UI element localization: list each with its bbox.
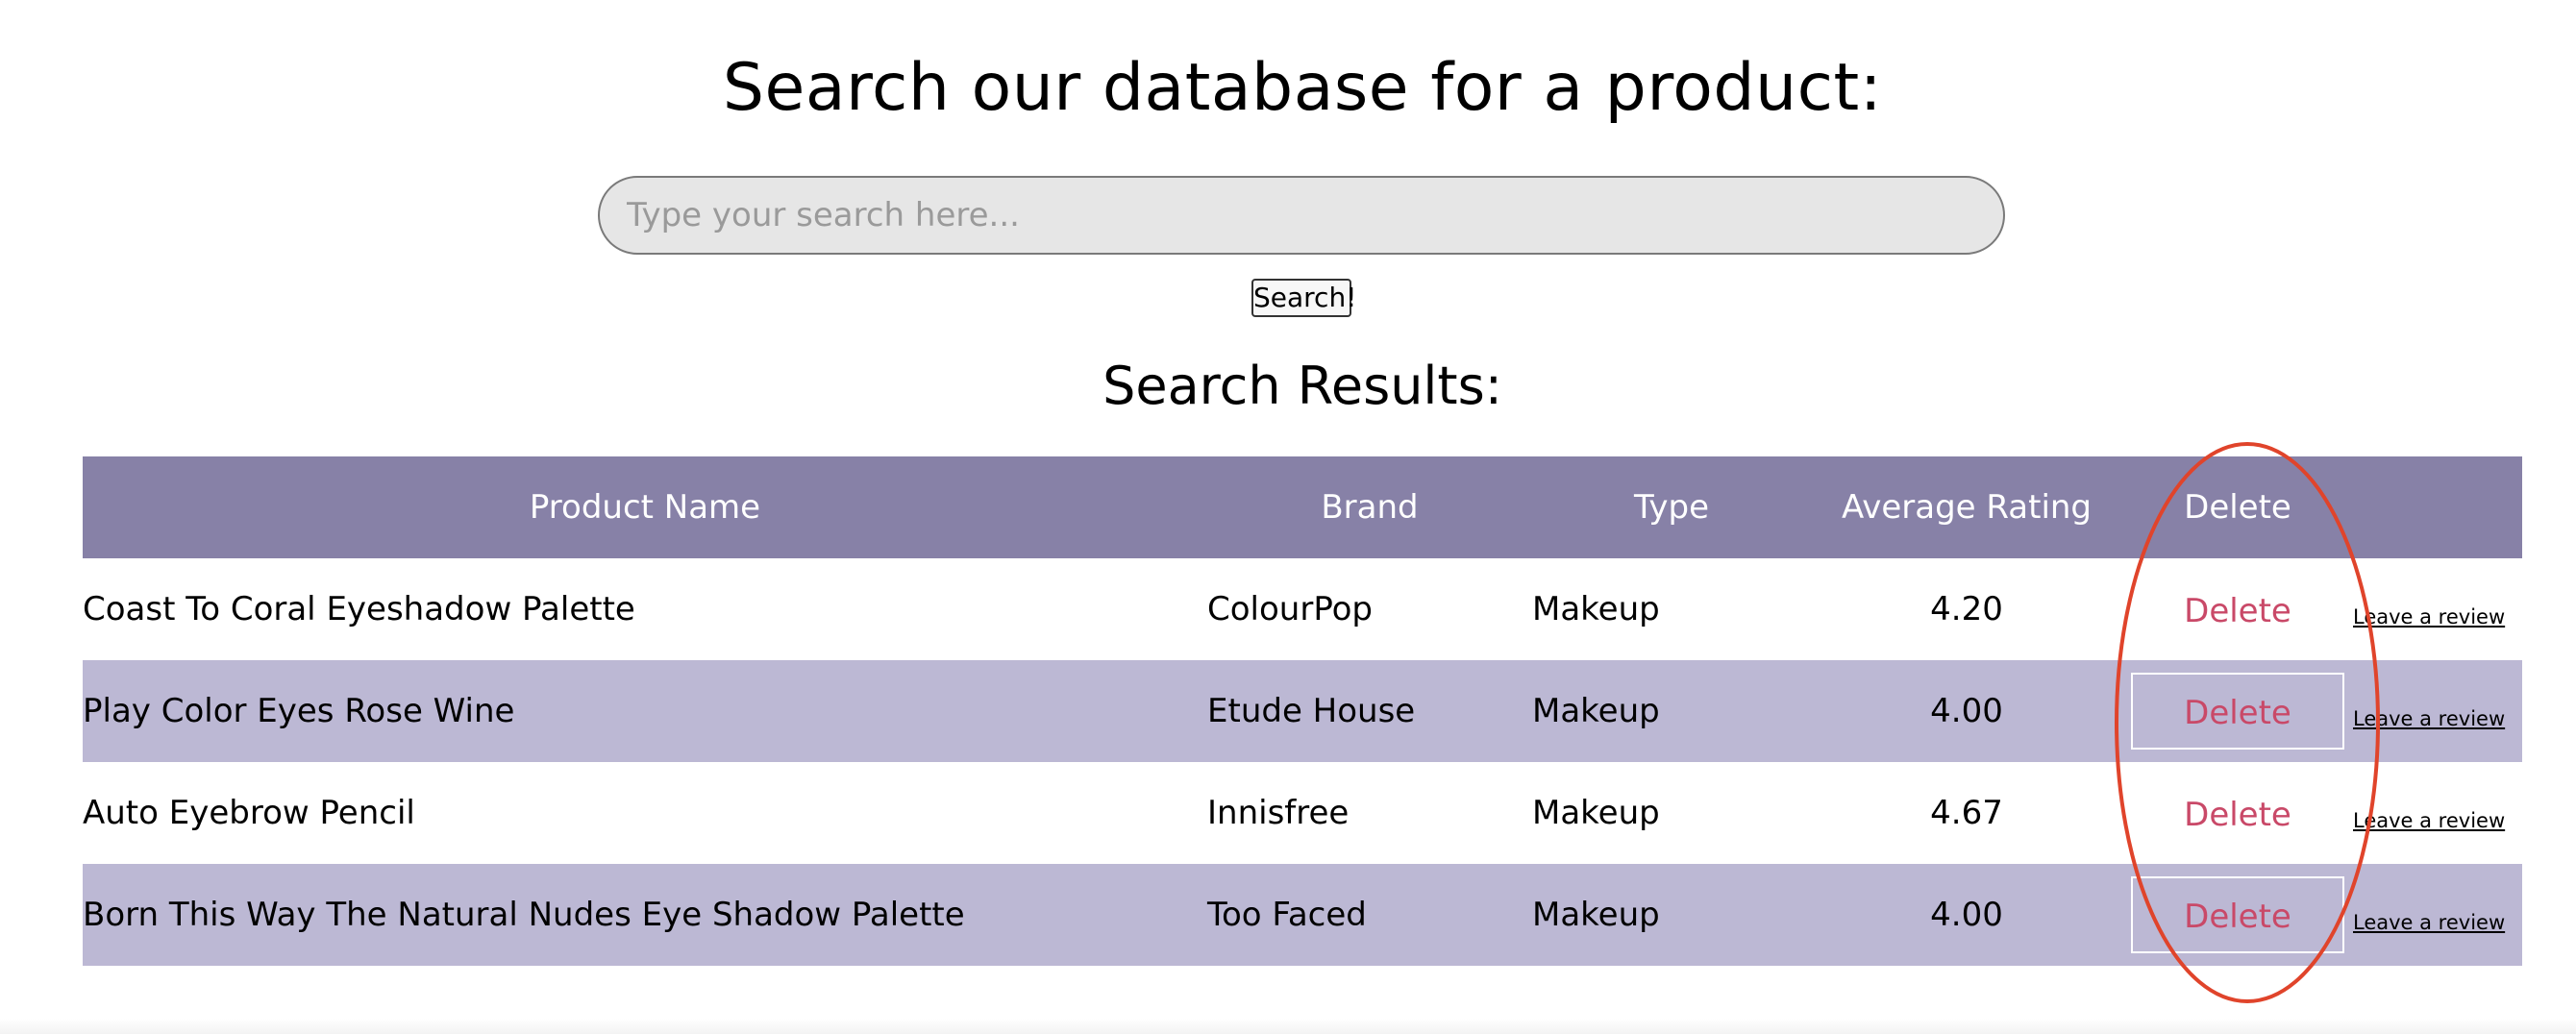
review-cell: Leave a review <box>2353 762 2522 864</box>
delete-button[interactable]: Delete <box>2131 876 2344 953</box>
column-header-product-name: Product Name <box>83 456 1207 558</box>
search-input[interactable] <box>598 176 2005 255</box>
column-header-brand: Brand <box>1207 456 1532 558</box>
results-title: Search Results: <box>1102 356 1502 416</box>
delete-cell: Delete <box>2122 558 2353 660</box>
type-cell: Makeup <box>1532 660 1811 762</box>
delete-button[interactable]: Delete <box>2131 775 2344 851</box>
type-cell: Makeup <box>1532 864 1811 966</box>
search-button[interactable]: Search! <box>1251 279 1356 317</box>
table-row: Play Color Eyes Rose Wine Etude House Ma… <box>83 660 2522 762</box>
product-name-cell: Coast To Coral Eyeshadow Palette <box>83 558 1207 660</box>
rating-cell: 4.67 <box>1811 762 2122 864</box>
product-name-cell: Born This Way The Natural Nudes Eye Shad… <box>83 864 1207 966</box>
column-header-delete: Delete <box>2122 456 2353 558</box>
delete-cell: Delete <box>2122 660 2353 762</box>
bottom-edge <box>0 1019 2576 1034</box>
brand-cell: Too Faced <box>1207 864 1532 966</box>
review-cell: Leave a review <box>2353 864 2522 966</box>
product-name-cell: Play Color Eyes Rose Wine <box>83 660 1207 762</box>
delete-button[interactable]: Delete <box>2131 571 2344 648</box>
results-table: Product Name Brand Type Average Rating D… <box>83 456 2522 966</box>
type-cell: Makeup <box>1532 762 1811 864</box>
table-row: Auto Eyebrow Pencil Innisfree Makeup 4.6… <box>83 762 2522 864</box>
page-title: Search our database for a product: <box>722 50 1883 126</box>
table-row: Coast To Coral Eyeshadow Palette ColourP… <box>83 558 2522 660</box>
column-header-review <box>2353 456 2522 558</box>
rating-cell: 4.20 <box>1811 558 2122 660</box>
leave-review-link[interactable]: Leave a review <box>2353 707 2505 730</box>
brand-cell: Etude House <box>1207 660 1532 762</box>
column-header-type: Type <box>1532 456 1811 558</box>
delete-button[interactable]: Delete <box>2131 673 2344 750</box>
brand-cell: Innisfree <box>1207 762 1532 864</box>
leave-review-link[interactable]: Leave a review <box>2353 911 2505 934</box>
review-cell: Leave a review <box>2353 558 2522 660</box>
product-name-cell: Auto Eyebrow Pencil <box>83 762 1207 864</box>
rating-cell: 4.00 <box>1811 864 2122 966</box>
leave-review-link[interactable]: Leave a review <box>2353 605 2505 628</box>
column-header-average-rating: Average Rating <box>1811 456 2122 558</box>
brand-cell: ColourPop <box>1207 558 1532 660</box>
page: Search our database for a product: Searc… <box>0 0 2576 1034</box>
table-header-row: Product Name Brand Type Average Rating D… <box>83 456 2522 558</box>
delete-cell: Delete <box>2122 762 2353 864</box>
review-cell: Leave a review <box>2353 660 2522 762</box>
leave-review-link[interactable]: Leave a review <box>2353 809 2505 832</box>
type-cell: Makeup <box>1532 558 1811 660</box>
rating-cell: 4.00 <box>1811 660 2122 762</box>
delete-cell: Delete <box>2122 864 2353 966</box>
table-row: Born This Way The Natural Nudes Eye Shad… <box>83 864 2522 966</box>
